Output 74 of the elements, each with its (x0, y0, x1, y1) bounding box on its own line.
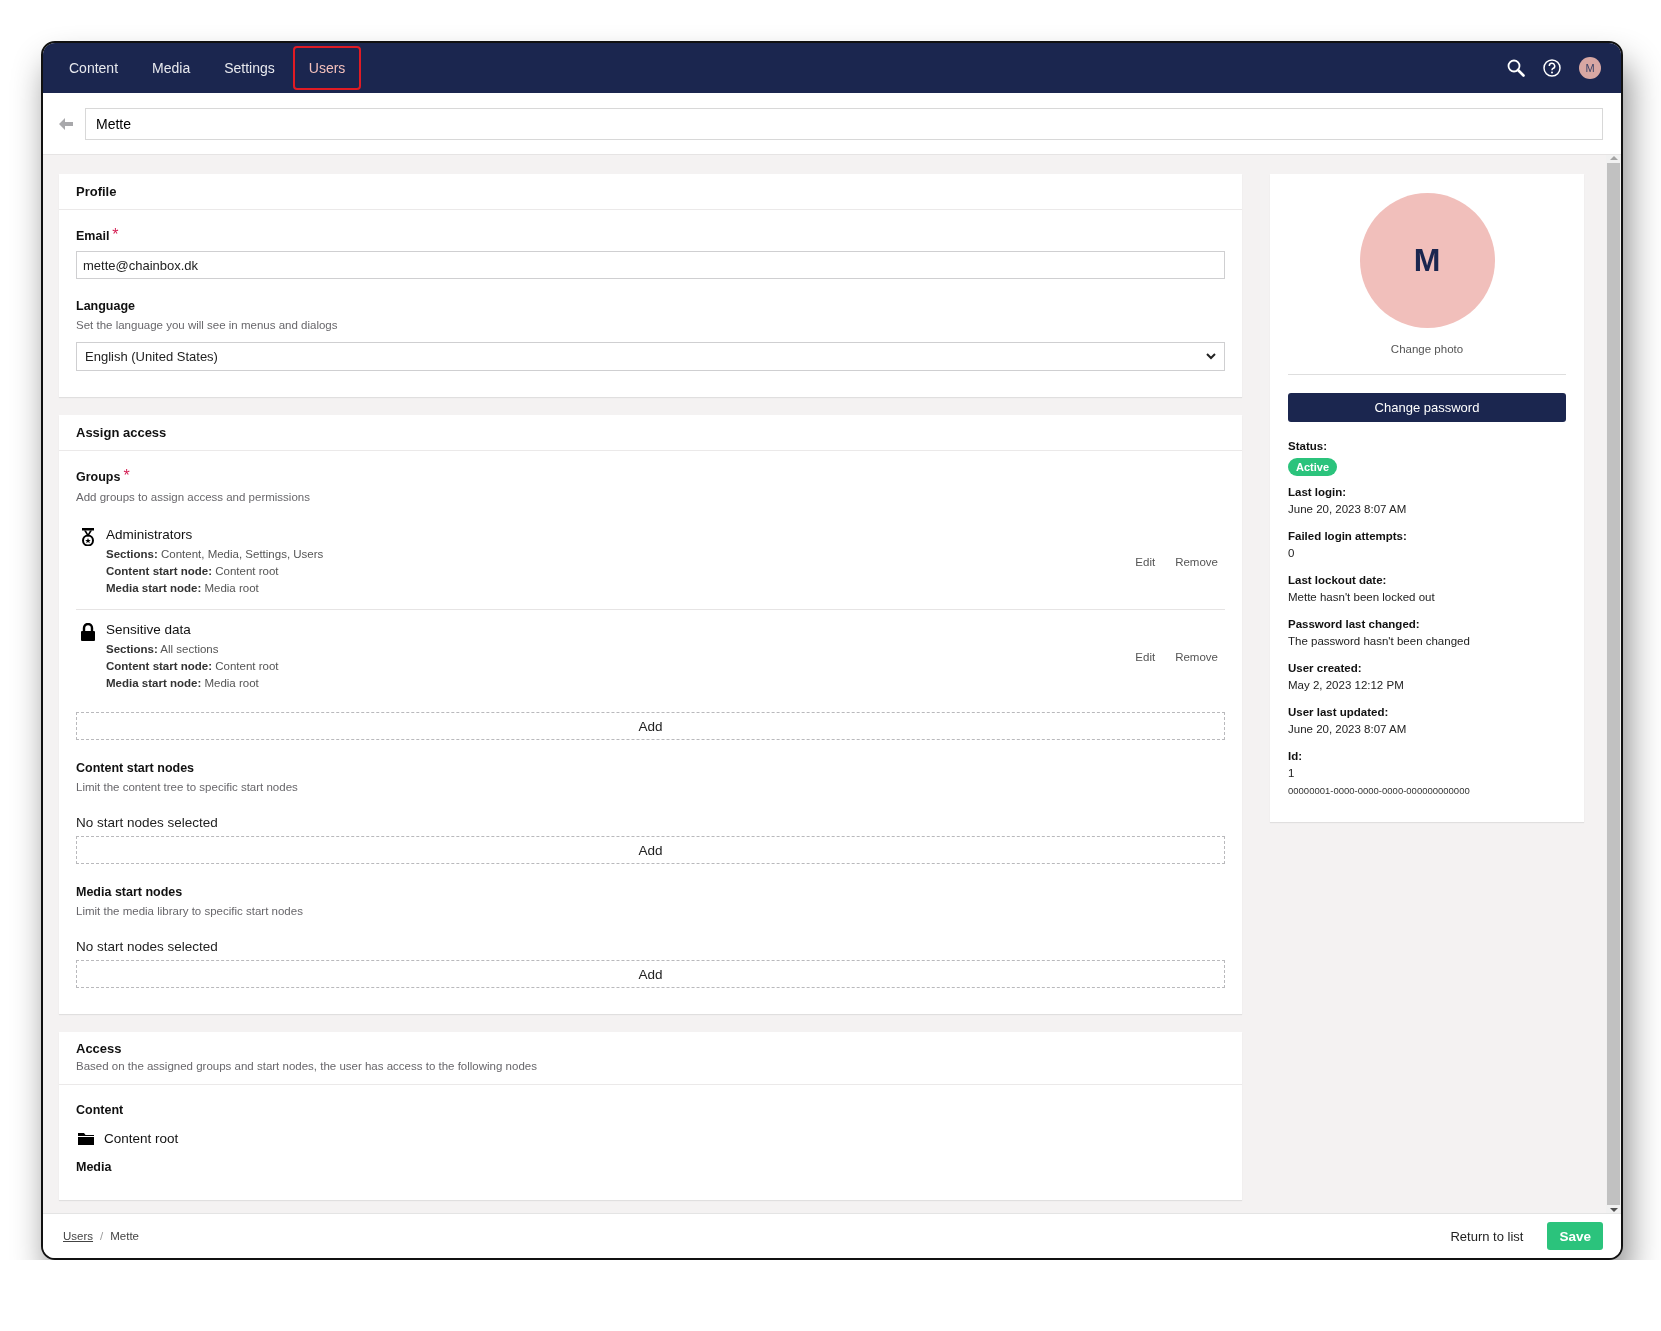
scrollbar[interactable] (1606, 155, 1621, 1213)
field-description: Limit the content tree to specific start nodes (76, 781, 299, 793)
group-action-button[interactable]: Remove (1170, 552, 1223, 572)
group-action-button[interactable]: Edit (1130, 552, 1161, 572)
name-field[interactable]: Mette (85, 107, 1603, 140)
help-icon[interactable] (1543, 59, 1561, 77)
group-detail: Sections: Content, Media, Settings, Users (106, 547, 324, 562)
info-label: Last login: (1288, 486, 1348, 498)
medal-icon (80, 528, 96, 546)
info-value: 0 (1288, 547, 1296, 559)
add-button[interactable]: Add (76, 836, 1225, 864)
info-label: Last lockout date: (1288, 574, 1388, 586)
chevron-down-icon (1206, 353, 1216, 360)
lock-icon (80, 623, 96, 641)
card-title: Access (76, 1041, 123, 1056)
breadcrumb-separator: / (100, 1230, 104, 1242)
info-label: User last updated: (1288, 706, 1390, 718)
group-name: Administrators (106, 527, 194, 542)
change-password-button[interactable]: Change password (1288, 393, 1566, 422)
required-mark: * (123, 467, 130, 485)
card-title: Assign access (59, 415, 1242, 451)
group-detail: Media start node: Media root (106, 581, 260, 596)
user-key: 00000001-0000-0000-0000-000000000000 (1288, 785, 1566, 796)
folder-icon (78, 1132, 94, 1145)
user-avatar[interactable]: M (1579, 57, 1601, 79)
field-label: Content start nodes (76, 761, 195, 775)
field-label: Language (76, 299, 136, 313)
nav-tab[interactable]: Content (53, 46, 135, 90)
change-photo-link[interactable]: Change photo (1384, 342, 1470, 356)
breadcrumb-current: Mette (110, 1230, 139, 1242)
empty-message: No start nodes selected (76, 939, 219, 954)
info-label: Password last changed: (1288, 618, 1421, 630)
language-dropdown[interactable]: English (United States) (76, 342, 1225, 371)
info-value: The password hasn't been changed (1288, 635, 1471, 647)
field-label: Media start nodes (76, 885, 183, 899)
group-detail: Sections: All sections (106, 642, 220, 657)
group-detail: Content start node: Content root (106, 659, 279, 674)
email-field[interactable]: mette@chainbox.dk (76, 251, 1225, 279)
info-value: June 20, 2023 8:07 AM (1288, 503, 1408, 515)
field-description: Limit the media library to specific start nodes (76, 905, 304, 917)
add-button[interactable]: Add (76, 712, 1225, 740)
group-detail: Content start node: Content root (106, 564, 280, 579)
group-action-button[interactable]: Remove (1170, 647, 1223, 667)
nav-tab[interactable]: Settings (208, 46, 291, 90)
info-label: Failed login attempts: (1288, 530, 1408, 542)
nav-tab[interactable]: Media (136, 46, 207, 90)
group-detail: Media start node: Media root (106, 676, 260, 691)
add-button[interactable]: Add (76, 960, 1225, 988)
field-description: Add groups to assign access and permissions (76, 491, 311, 503)
profile-avatar: M (1359, 193, 1495, 328)
search-icon[interactable] (1507, 59, 1525, 77)
info-value: 1 (1288, 767, 1296, 779)
info-label: User created: (1288, 662, 1363, 674)
info-label: Id: (1288, 750, 1304, 762)
required-mark: * (112, 226, 119, 244)
info-value: June 20, 2023 8:07 AM (1288, 723, 1408, 735)
status-badge: Active (1288, 458, 1338, 476)
section-label: Content (76, 1103, 125, 1117)
node-name: Content root (104, 1131, 179, 1146)
field-label: Groups (76, 470, 121, 484)
info-value: Mette hasn't been locked out (1288, 591, 1436, 603)
info-value: May 2, 2023 12:12 PM (1288, 679, 1405, 691)
group-name: Sensitive data (106, 622, 192, 637)
nav-tab[interactable]: Users (292, 46, 362, 90)
card-title: Profile (59, 174, 1242, 210)
return-to-list-button[interactable]: Return to list (1444, 1227, 1530, 1245)
group-action-button[interactable]: Edit (1130, 647, 1161, 667)
info-label: Status: (1288, 440, 1328, 452)
breadcrumb-link[interactable]: Users (63, 1230, 94, 1242)
field-label: Email (76, 229, 110, 243)
empty-message: No start nodes selected (76, 815, 219, 830)
field-description: Set the language you will see in menus and dialogs (76, 319, 339, 331)
section-label: Media (76, 1160, 113, 1174)
card-description: Based on the assigned groups and start nodes, the user has access to the following nodes (76, 1060, 538, 1072)
